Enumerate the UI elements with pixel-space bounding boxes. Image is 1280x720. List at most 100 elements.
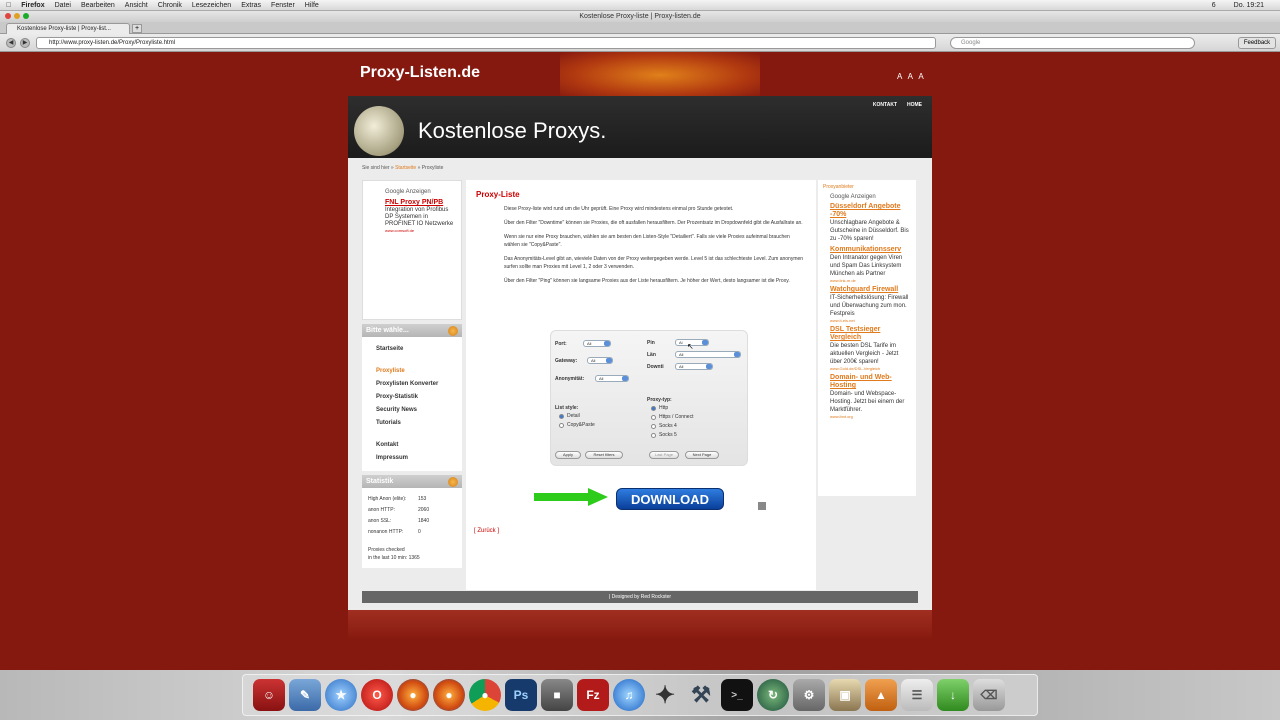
right-ad-url[interactable]: www.Gold.de/DSL-Vergleich (830, 366, 910, 371)
status-icon-count[interactable]: 6 (1212, 2, 1216, 9)
breadcrumb-prefix: Sie sind hier » (362, 165, 394, 171)
minimize-window-button[interactable] (14, 13, 20, 19)
apple-icon[interactable]:  (6, 2, 11, 9)
star-icon[interactable]: ✦ (649, 679, 681, 711)
site-title[interactable]: Proxy-Listen.de (360, 64, 480, 82)
menu-extras[interactable]: Extras (241, 2, 261, 9)
trash-icon[interactable]: ⌫ (973, 679, 1005, 711)
sidebar-item-startseite[interactable]: Startseite (362, 343, 462, 356)
search-input[interactable]: Google (950, 37, 1195, 49)
right-ad-url[interactable]: www.link-m.de (830, 278, 910, 283)
url-bar[interactable]: http://www.proxy-listen.de/Proxy/Proxyli… (36, 37, 936, 49)
right-ad-link[interactable]: Düsseldorf Angebote -70% (830, 203, 910, 219)
sidebar-menu: Startseite Proxyliste Proxylisten Konver… (362, 337, 462, 471)
sidebar-item-statistik[interactable]: Proxy-Statistik (362, 391, 462, 404)
opera-icon[interactable]: O (361, 679, 393, 711)
menu-hilfe[interactable]: Hilfe (305, 2, 319, 9)
right-ad-link[interactable]: Watchguard Firewall (830, 286, 910, 294)
downtime-label: Downti (647, 364, 664, 370)
browser-tab[interactable]: Kostenlose Proxy-liste | Proxy-list... (6, 23, 130, 34)
stat-value: 153 (418, 496, 427, 502)
right-ad-link[interactable]: Kommunikationsserv (830, 246, 910, 254)
right-ad-url[interactable]: www.ibnt.org (830, 414, 910, 419)
sidebar-item-tutorials[interactable]: Tutorials (362, 417, 462, 430)
itunes-icon[interactable]: ♫ (613, 679, 645, 711)
filter-panel: Port: All Gateway: All Anonymität: All P… (550, 330, 748, 466)
firefox-icon[interactable]: ● (397, 679, 429, 711)
downtime-select[interactable]: All (675, 363, 713, 370)
menu-app-name[interactable]: Firefox (21, 2, 44, 9)
download-button[interactable]: DOWNLOAD (616, 488, 724, 510)
preview-icon[interactable]: ✎ (289, 679, 321, 711)
time-machine-icon[interactable]: ↻ (757, 679, 789, 711)
radio-label: Https / Connect (659, 414, 694, 420)
chrome-icon[interactable]: ● (469, 679, 501, 711)
applications-icon[interactable]: ▲ (865, 679, 897, 711)
nav-home[interactable]: HOME (907, 102, 922, 108)
back-button[interactable]: ◀ (6, 38, 16, 48)
feedback-button[interactable]: Feedback (1238, 37, 1276, 49)
terminal-icon[interactable]: >_ (721, 679, 753, 711)
google-ads-label[interactable]: Google Anzeigen (830, 194, 910, 200)
vmware-icon[interactable]: ■ (541, 679, 573, 711)
zoom-window-button[interactable] (23, 13, 29, 19)
system-preferences-icon[interactable]: ⚙ (793, 679, 825, 711)
next-page-button[interactable]: Next Page (685, 451, 719, 459)
left-ad-link[interactable]: FNL Proxy PN/PB (385, 199, 455, 206)
new-tab-button[interactable]: + (132, 24, 142, 33)
google-ads-label[interactable]: Google Anzeigen (385, 189, 455, 195)
web-content: Proxy-Listen.de A A A KONTAKT HOME Koste… (0, 52, 1280, 670)
nav-kontakt[interactable]: KONTAKT (873, 102, 897, 108)
right-ad-link[interactable]: Domain- und Web-Hosting (830, 374, 910, 390)
menu-chronik[interactable]: Chronik (158, 2, 182, 9)
proxy-type-socks4-radio[interactable]: Socks 4 (651, 423, 677, 429)
page-heading: Kostenlose Proxys. (418, 118, 607, 143)
sidebar-item-impressum[interactable]: Impressum (362, 452, 462, 465)
radio-selected-icon (651, 405, 656, 411)
anonymity-select[interactable]: All (595, 375, 629, 382)
filezilla-icon[interactable]: Fz (577, 679, 609, 711)
proxy-type-https-radio[interactable]: Https / Connect (651, 414, 693, 420)
finder-icon[interactable]: ☺ (253, 679, 285, 711)
partner-label[interactable]: Proxyanbieter (823, 184, 910, 190)
safari-icon[interactable]: ✯ (325, 679, 357, 711)
back-link[interactable]: [ Zurück ] (474, 528, 499, 534)
apply-button[interactable]: Apply (555, 451, 581, 459)
xcode-icon[interactable]: ⚒ (685, 679, 717, 711)
photoshop-icon[interactable]: Ps (505, 679, 537, 711)
proxy-type-socks5-radio[interactable]: Socks 5 (651, 432, 677, 438)
menu-bearbeiten[interactable]: Bearbeiten (81, 2, 115, 9)
font-size-controls[interactable]: A A A (897, 72, 926, 81)
sidebar-item-kontakt[interactable]: Kontakt (362, 439, 462, 452)
proxy-type-http-radio[interactable]: Http (651, 405, 668, 411)
stat-row: anon SSL: 1840 (368, 516, 456, 527)
sidebar-item-konverter[interactable]: Proxylisten Konverter (362, 378, 462, 391)
land-select[interactable]: All (675, 351, 741, 358)
last-page-button[interactable]: Last Page (649, 451, 679, 459)
port-select[interactable]: All (583, 340, 611, 347)
clock[interactable]: Do. 19:21 (1234, 2, 1264, 9)
menu-ansicht[interactable]: Ansicht (125, 2, 148, 9)
left-ad-url[interactable]: www.comsoft.de (385, 228, 455, 233)
list-style-detail-radio[interactable]: Detail (559, 413, 580, 419)
right-ad-text: Domain- und Webspace-Hosting. Jetzt bei … (830, 391, 905, 413)
gateway-label: Gateway: (555, 358, 578, 364)
documents-icon[interactable]: ☰ (901, 679, 933, 711)
firefox-beta-icon[interactable]: ● (433, 679, 465, 711)
forward-button[interactable]: ▶ (20, 38, 30, 48)
radio-icon (651, 432, 656, 438)
gateway-select[interactable]: All (587, 357, 613, 364)
close-window-button[interactable] (5, 13, 11, 19)
menu-fenster[interactable]: Fenster (271, 2, 295, 9)
iphoto-icon[interactable]: ▣ (829, 679, 861, 711)
menu-datei[interactable]: Datei (55, 2, 71, 9)
right-ad-link[interactable]: DSL Testsieger Vergleich (830, 326, 910, 342)
sidebar-item-proxyliste[interactable]: Proxyliste (362, 365, 462, 378)
menu-lesezeichen[interactable]: Lesezeichen (192, 2, 231, 9)
downloads-icon[interactable]: ↓ (937, 679, 969, 711)
list-style-copypaste-radio[interactable]: Copy&Paste (559, 422, 595, 428)
sidebar-item-security-news[interactable]: Security News (362, 404, 462, 417)
right-ad-url[interactable]: www.it-eis.net (830, 318, 910, 323)
breadcrumb-home-link[interactable]: Startseite (395, 165, 416, 171)
reset-filters-button[interactable]: Reset filters (585, 451, 623, 459)
